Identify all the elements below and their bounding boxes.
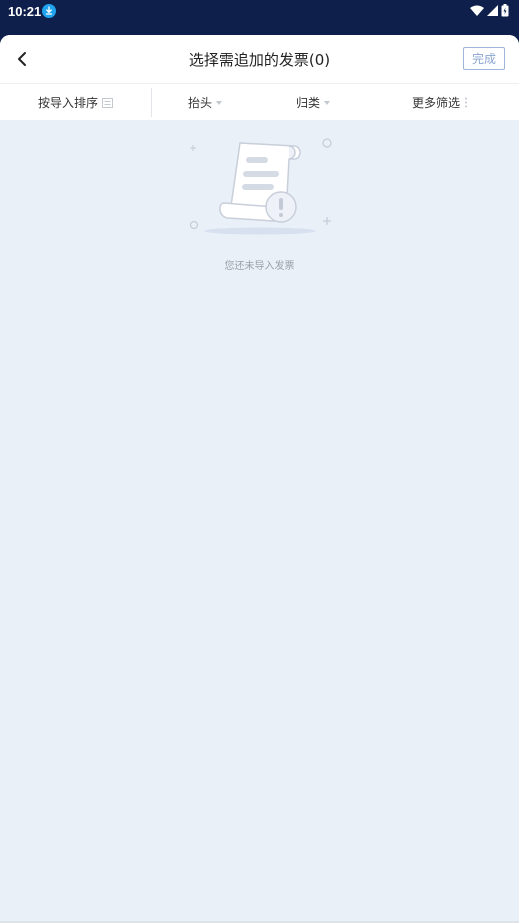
category-filter[interactable]: 归类: [296, 84, 331, 121]
caret-down-icon: [216, 100, 223, 105]
category-filter-label: 归类: [296, 96, 321, 110]
header-filter[interactable]: 抬头: [188, 84, 223, 121]
status-bar: 10:21: [0, 0, 519, 30]
battery-icon: [501, 4, 509, 17]
status-time: 10:21: [8, 4, 42, 19]
wifi-icon: [470, 5, 484, 16]
filter-bar: 按导入排序 抬头 归类 更多筛选: [0, 83, 519, 120]
list-icon: [102, 97, 114, 108]
filter-divider: [151, 88, 152, 117]
download-icon: [42, 4, 56, 18]
signal-icon: [487, 5, 498, 16]
more-filters[interactable]: 更多筛选: [412, 84, 468, 121]
header-filter-label: 抬头: [188, 96, 213, 110]
empty-state-message: 您还未导入发票: [224, 261, 295, 272]
sort-filter-label: 按导入排序: [38, 96, 99, 110]
done-button[interactable]: 完成: [463, 47, 505, 70]
sort-by-import-filter[interactable]: 按导入排序: [38, 84, 114, 121]
more-vertical-icon: [465, 97, 468, 108]
caret-down-icon: [324, 100, 331, 105]
invoice-select-sheet: 选择需追加的发票(0) 完成 按导入排序 抬头 归类 更多筛选 您还未导入发票: [0, 35, 519, 923]
nav-bar: 选择需追加的发票(0) 完成: [0, 35, 519, 83]
more-filters-label: 更多筛选: [412, 96, 461, 110]
page-title: 选择需追加的发票(0): [188, 51, 331, 69]
empty-invoice-illustration: [189, 138, 332, 235]
